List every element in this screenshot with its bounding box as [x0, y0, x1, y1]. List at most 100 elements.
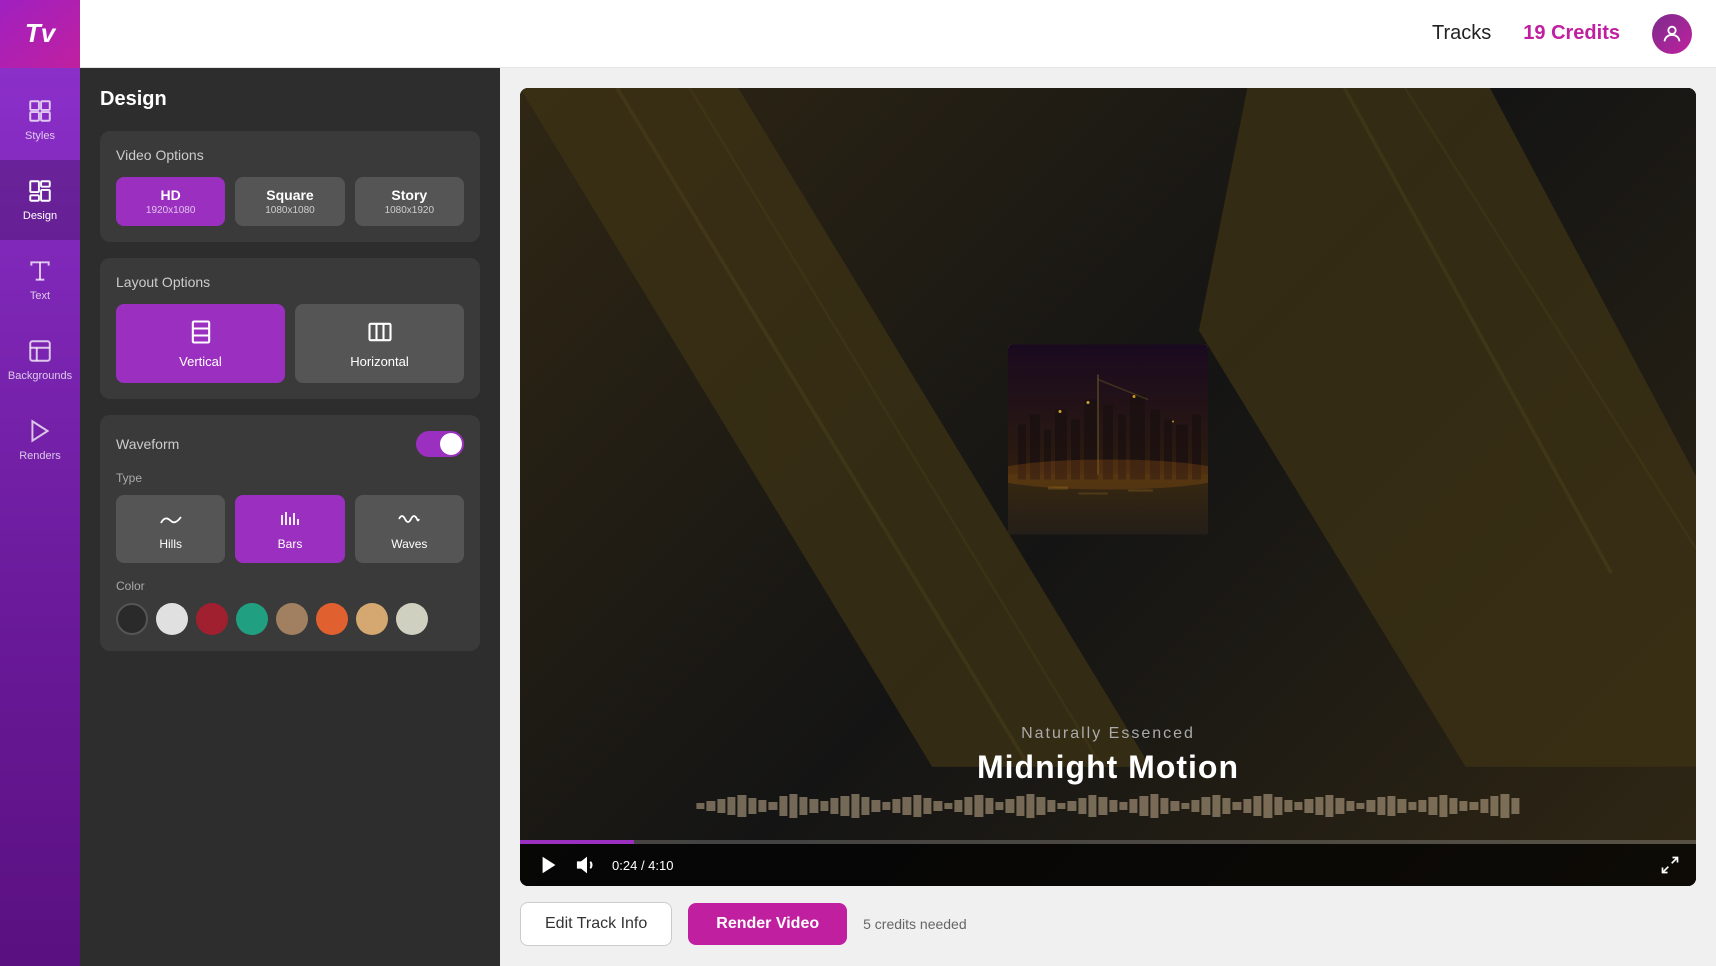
- credits-display[interactable]: 19 Credits: [1523, 22, 1620, 45]
- waveform-bar-item: [995, 802, 1003, 810]
- vertical-label: Vertical: [179, 354, 222, 369]
- layout-horizontal[interactable]: Horizontal: [295, 304, 464, 383]
- color-swatch-7[interactable]: [396, 603, 428, 635]
- hd-sub: 1920x1080: [146, 205, 196, 216]
- waveform-bar-item: [1356, 803, 1364, 809]
- waveform-bar-item: [892, 799, 900, 813]
- waveform-waves[interactable]: Waves: [355, 495, 464, 563]
- video-options-section: Video Options HD 1920x1080 Square 1080x1…: [100, 131, 480, 242]
- color-swatches: [116, 603, 464, 635]
- sidebar-item-design[interactable]: Design: [0, 160, 80, 240]
- waveform-bar-item: [1408, 802, 1416, 810]
- video-controls: 0:24 / 4:10: [520, 844, 1696, 886]
- waveform-bar-item: [1150, 794, 1158, 818]
- waves-label: Waves: [391, 537, 427, 551]
- play-button[interactable]: [536, 852, 562, 878]
- waveform-bar-item: [1047, 800, 1055, 812]
- waveform-bar-item: [696, 803, 704, 809]
- waveform-title: Waveform: [116, 436, 179, 452]
- color-swatch-5[interactable]: [316, 603, 348, 635]
- waveform-hills[interactable]: Hills: [116, 495, 225, 563]
- sidebar-item-backgrounds[interactable]: Backgrounds: [0, 320, 80, 400]
- layout-options-row: Vertical Horizontal: [116, 304, 464, 383]
- story-label: Story: [391, 187, 427, 203]
- waveform-bar-item: [1336, 798, 1344, 814]
- waveform-bar-item: [965, 797, 973, 815]
- color-swatch-1[interactable]: [156, 603, 188, 635]
- color-swatch-6[interactable]: [356, 603, 388, 635]
- story-sub: 1080x1920: [385, 205, 435, 216]
- waveform-bar-item: [923, 798, 931, 814]
- waveform-bar-item: [738, 795, 746, 817]
- waveform-bar-item: [1418, 800, 1426, 812]
- volume-button[interactable]: [574, 852, 600, 878]
- video-option-square[interactable]: Square 1080x1080: [235, 177, 344, 226]
- sidebar-styles-label: Styles: [25, 130, 55, 142]
- track-info: Naturally Essenced Midnight Motion: [977, 725, 1239, 786]
- waveform-bar-item: [1222, 798, 1230, 814]
- bars-label: Bars: [278, 537, 303, 551]
- design-panel: Design Video Options HD 1920x1080 Square…: [80, 68, 500, 966]
- waveform-bar-item: [1078, 798, 1086, 814]
- waveform-bars[interactable]: Bars: [235, 495, 344, 563]
- topbar-right: Tracks 19 Credits: [1432, 14, 1692, 54]
- square-label: Square: [266, 187, 313, 203]
- render-video-button[interactable]: Render Video: [688, 903, 847, 945]
- waveform-bar-item: [1253, 796, 1261, 816]
- time-total: 4:10: [648, 858, 673, 873]
- sidebar-item-renders[interactable]: Renders: [0, 400, 80, 480]
- sidebar-item-text[interactable]: Text: [0, 240, 80, 320]
- waveform-bar-item: [1006, 799, 1014, 813]
- edit-track-button[interactable]: Edit Track Info: [520, 902, 672, 946]
- waveform-bar-item: [882, 802, 890, 810]
- color-swatch-2[interactable]: [196, 603, 228, 635]
- waveform-header: Waveform: [116, 431, 464, 457]
- waveform-bar-item: [1511, 798, 1519, 814]
- waveform-toggle[interactable]: [416, 431, 464, 457]
- waveform-bar-item: [1202, 797, 1210, 815]
- video-option-hd[interactable]: HD 1920x1080: [116, 177, 225, 226]
- waveform-bar-item: [1439, 795, 1447, 817]
- logo-area: Tv: [0, 0, 80, 68]
- waveform-bar-item: [1398, 799, 1406, 813]
- avatar[interactable]: [1652, 14, 1692, 54]
- logo: Tv: [25, 18, 55, 49]
- video-option-story[interactable]: Story 1080x1920: [355, 177, 464, 226]
- sidebar-backgrounds-label: Backgrounds: [8, 370, 72, 382]
- color-swatch-0[interactable]: [116, 603, 148, 635]
- video-options-title: Video Options: [116, 147, 464, 163]
- sidebar-design-label: Design: [23, 210, 57, 222]
- video-options-row: HD 1920x1080 Square 1080x1080 Story 1080…: [116, 177, 464, 226]
- track-title: Midnight Motion: [977, 749, 1239, 786]
- waveform-bar-item: [1057, 803, 1065, 809]
- waveform-bar-item: [1037, 797, 1045, 815]
- waveform-bar-item: [1490, 796, 1498, 816]
- sidebar-renders-label: Renders: [19, 450, 61, 462]
- waveform-visual: [696, 791, 1519, 821]
- waveform-bar-item: [779, 796, 787, 816]
- tracks-nav[interactable]: Tracks: [1432, 22, 1491, 45]
- waveform-bar-item: [1295, 802, 1303, 810]
- sidebar-item-styles[interactable]: Styles: [0, 80, 80, 160]
- waveform-bar-item: [851, 794, 859, 818]
- fullscreen-button[interactable]: [1660, 855, 1680, 875]
- horizontal-label: Horizontal: [350, 354, 409, 369]
- waveform-bar-item: [1325, 795, 1333, 817]
- main-layout: Styles Design Text Backgrounds Renders D…: [0, 68, 1716, 966]
- waveform-bar-item: [1016, 796, 1024, 816]
- waveform-bar-item: [1305, 799, 1313, 813]
- album-art-inner: [1008, 345, 1208, 535]
- color-swatch-4[interactable]: [276, 603, 308, 635]
- waveform-bar-item: [1284, 800, 1292, 812]
- waveform-bar-item: [1387, 796, 1395, 816]
- layout-options-title: Layout Options: [116, 274, 464, 290]
- color-swatch-3[interactable]: [236, 603, 268, 635]
- sidebar-text-label: Text: [30, 290, 50, 302]
- design-panel-title: Design: [100, 88, 480, 111]
- waveform-bar-item: [1470, 802, 1478, 810]
- waveform-bar-item: [830, 798, 838, 814]
- waveform-bar-item: [872, 800, 880, 812]
- waveform-bar-item: [1449, 798, 1457, 814]
- layout-vertical[interactable]: Vertical: [116, 304, 285, 383]
- waveform-bar-item: [758, 800, 766, 812]
